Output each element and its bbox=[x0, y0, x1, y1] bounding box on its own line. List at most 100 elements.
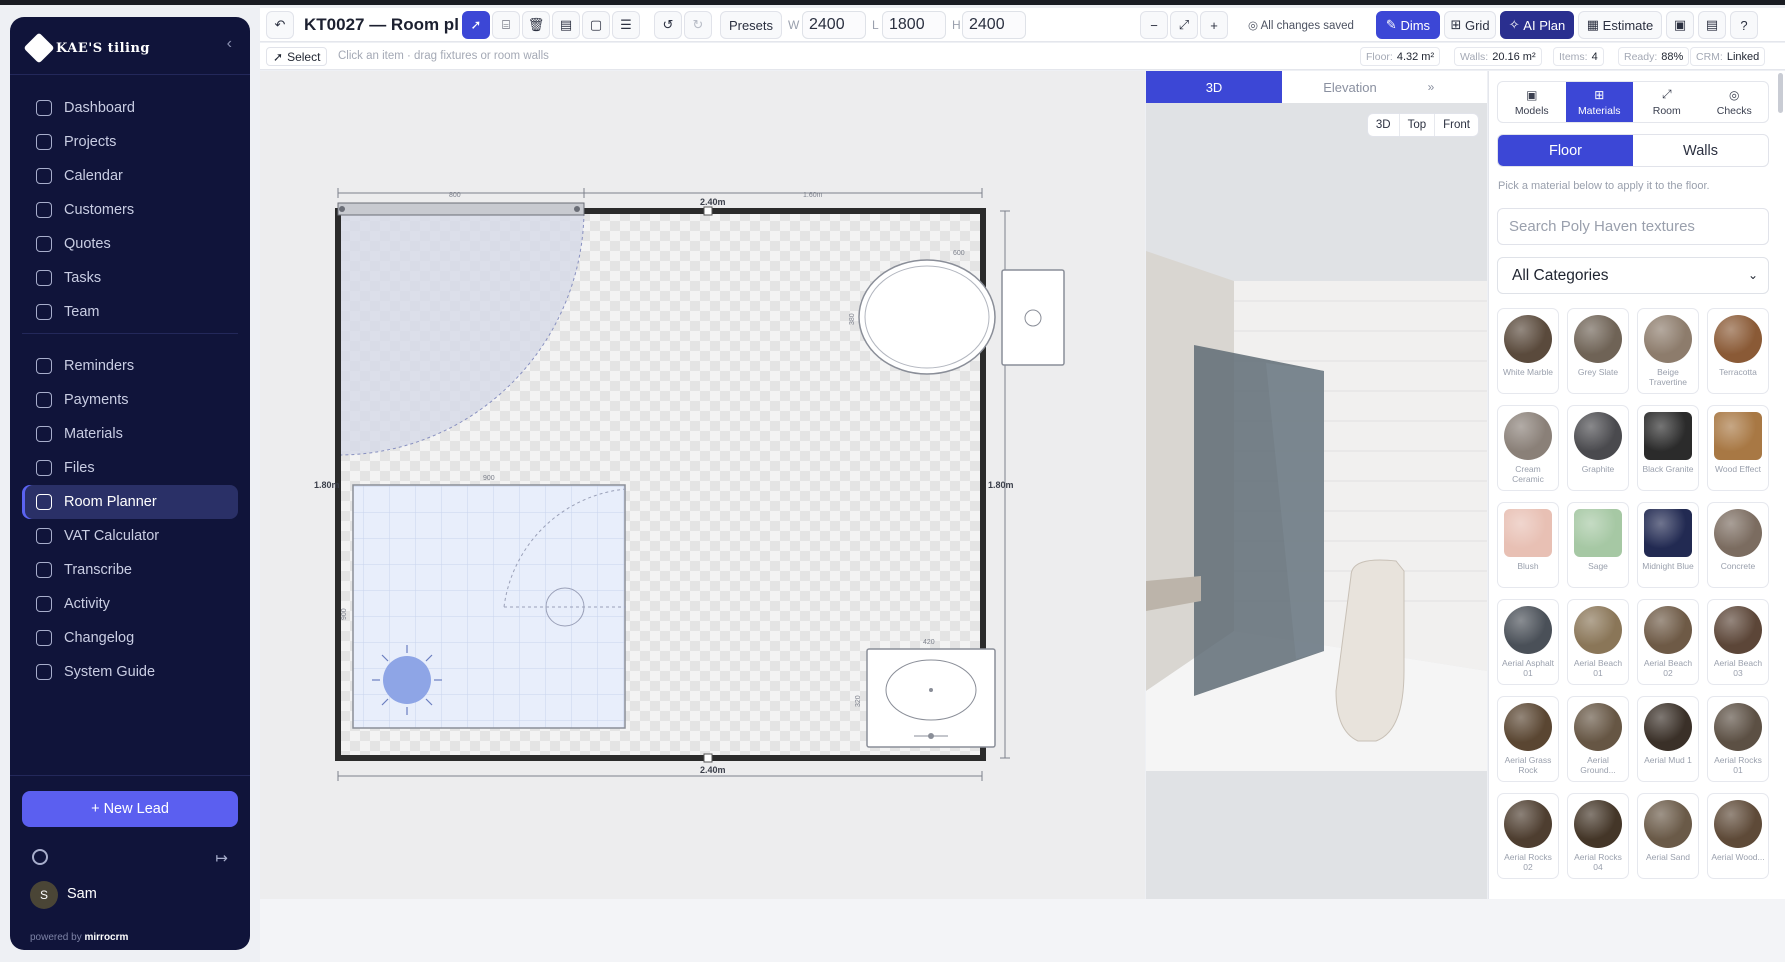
grid-button[interactable]: ⊞ Grid bbox=[1444, 11, 1496, 39]
sidebar-item-calendar[interactable]: Calendar bbox=[22, 159, 238, 193]
length-input[interactable]: 1800 bbox=[882, 11, 946, 39]
sidebar-item-activity[interactable]: Activity bbox=[22, 587, 238, 621]
material-card[interactable]: Midnight Blue bbox=[1637, 502, 1699, 588]
camera-3d-button[interactable]: 3D bbox=[1368, 114, 1400, 136]
user-name[interactable]: Sam bbox=[67, 886, 97, 902]
select-mode-button[interactable]: ➚ Select bbox=[266, 47, 328, 66]
material-name: Aerial Rocks 01 bbox=[1714, 755, 1762, 775]
height-input[interactable]: 2400 bbox=[962, 11, 1026, 39]
material-card[interactable]: Aerial Ground... bbox=[1567, 696, 1629, 782]
material-card[interactable]: Aerial Sand bbox=[1637, 793, 1699, 879]
select-tool-button[interactable]: ➚ bbox=[462, 11, 490, 39]
sidebar-item-customers[interactable]: Customers bbox=[22, 193, 238, 227]
material-card[interactable]: Grey Slate bbox=[1567, 308, 1629, 394]
plan-canvas[interactable]: 800 1.60m 2.40m 2.40m 1.80m 1.80m 600 38… bbox=[260, 71, 1145, 899]
help-button[interactable]: ? bbox=[1730, 11, 1758, 39]
material-card[interactable]: Aerial Wood... bbox=[1707, 793, 1769, 879]
material-card[interactable]: Cream Ceramic bbox=[1497, 405, 1559, 491]
wall-handle-bottom[interactable] bbox=[703, 753, 713, 763]
material-card[interactable]: Beige Travertine bbox=[1637, 308, 1699, 394]
sidebar-item-tasks[interactable]: Tasks bbox=[22, 261, 238, 295]
material-card[interactable]: Aerial Beach 03 bbox=[1707, 599, 1769, 685]
sidebar-item-team[interactable]: Team bbox=[22, 295, 238, 329]
view-3d-panel[interactable]: 3D Elevation » 3D Top Front bbox=[1146, 71, 1487, 899]
sidebar-item-changelog[interactable]: Changelog bbox=[22, 621, 238, 655]
floor-plan-svg[interactable]: 800 1.60m 2.40m 2.40m 1.80m 1.80m 600 38… bbox=[260, 71, 1145, 899]
dims-button[interactable]: ✎ Dims bbox=[1376, 11, 1440, 39]
sidebar-item-reminders[interactable]: Reminders bbox=[22, 349, 238, 383]
comment-button[interactable]: ▢ bbox=[582, 11, 610, 39]
tab-models[interactable]: ▣ Models bbox=[1498, 82, 1566, 122]
tab-3d[interactable]: 3D bbox=[1146, 71, 1282, 103]
material-card[interactable]: Aerial Grass Rock bbox=[1497, 696, 1559, 782]
scene-3d[interactable] bbox=[1146, 71, 1487, 899]
sidebar-item-payments[interactable]: Payments bbox=[22, 383, 238, 417]
archive-button[interactable]: ▤ bbox=[552, 11, 580, 39]
material-card[interactable]: Aerial Rocks 02 bbox=[1497, 793, 1559, 879]
undo-button[interactable]: ↺ bbox=[654, 11, 682, 39]
camera-front-button[interactable]: Front bbox=[1435, 114, 1478, 136]
fit-view-button[interactable]: ⤢ bbox=[1170, 11, 1198, 39]
delete-button[interactable]: 🗑 bbox=[522, 11, 550, 39]
material-card[interactable]: Blush bbox=[1497, 502, 1559, 588]
sidebar-item-files[interactable]: Files bbox=[22, 451, 238, 485]
avatar[interactable]: S bbox=[30, 881, 58, 909]
ai-plan-button[interactable]: ✧ AI Plan bbox=[1500, 11, 1574, 39]
list-button[interactable]: ☰ bbox=[612, 11, 640, 39]
expand-chevron-icon[interactable]: » bbox=[1418, 71, 1444, 103]
wall-tool-button[interactable]: ⌸ bbox=[492, 11, 520, 39]
brand-logo[interactable]: KAE'S tiling bbox=[23, 31, 150, 65]
texture-search-input[interactable]: Search Poly Haven textures bbox=[1497, 208, 1769, 245]
sidebar-item-quotes[interactable]: Quotes bbox=[22, 227, 238, 261]
wall-handle-top[interactable] bbox=[703, 206, 713, 216]
material-card[interactable]: Aerial Mud 1 bbox=[1637, 696, 1699, 782]
zoom-out-button[interactable]: − bbox=[1140, 11, 1168, 39]
material-card[interactable]: Black Granite bbox=[1637, 405, 1699, 491]
floor-toggle[interactable]: Floor bbox=[1498, 135, 1633, 166]
screenshot-button[interactable]: ▣ bbox=[1666, 11, 1694, 39]
new-lead-button[interactable]: + New Lead bbox=[22, 791, 238, 827]
material-card[interactable]: Sage bbox=[1567, 502, 1629, 588]
camera-top-button[interactable]: Top bbox=[1400, 114, 1436, 136]
sidebar-item-transcribe[interactable]: Transcribe bbox=[22, 553, 238, 587]
walls-toggle[interactable]: Walls bbox=[1633, 135, 1768, 166]
tab-room[interactable]: ⤢ Room bbox=[1633, 82, 1701, 122]
material-card[interactable]: Aerial Rocks 01 bbox=[1707, 696, 1769, 782]
sidebar-item-system-guide[interactable]: System Guide bbox=[22, 655, 238, 689]
bathtub[interactable] bbox=[858, 259, 996, 375]
material-card[interactable]: Graphite bbox=[1567, 405, 1629, 491]
material-card[interactable]: Terracotta bbox=[1707, 308, 1769, 394]
material-card[interactable]: White Marble bbox=[1497, 308, 1559, 394]
sidebar-item-materials[interactable]: Materials bbox=[22, 417, 238, 451]
estimate-button[interactable]: ▦ Estimate bbox=[1578, 11, 1662, 39]
presets-button[interactable]: Presets bbox=[720, 11, 782, 39]
toilet[interactable] bbox=[1001, 269, 1065, 366]
material-card[interactable]: Concrete bbox=[1707, 502, 1769, 588]
collapse-sidebar-icon[interactable]: ‹ bbox=[227, 35, 232, 53]
material-card[interactable]: Aerial Asphalt 01 bbox=[1497, 599, 1559, 685]
logout-icon[interactable]: ↦ bbox=[215, 849, 228, 867]
panel-scrollbar[interactable] bbox=[1778, 73, 1783, 113]
material-card[interactable]: Aerial Rocks 04 bbox=[1567, 793, 1629, 879]
report-button[interactable]: ▤ bbox=[1698, 11, 1726, 39]
sidebar-item-vat-calculator[interactable]: VAT Calculator bbox=[22, 519, 238, 553]
tab-elevation[interactable]: Elevation bbox=[1282, 71, 1418, 103]
width-input[interactable]: 2400 bbox=[802, 11, 866, 39]
sidebar-item-room-planner[interactable]: Room Planner bbox=[22, 485, 238, 519]
material-card[interactable]: Aerial Beach 01 bbox=[1567, 599, 1629, 685]
back-button[interactable]: ↶ bbox=[266, 11, 294, 39]
material-card[interactable]: Wood Effect bbox=[1707, 405, 1769, 491]
tab-checks[interactable]: ◎ Checks bbox=[1701, 82, 1769, 122]
search-icon[interactable] bbox=[32, 849, 48, 865]
redo-button[interactable]: ↻ bbox=[684, 11, 712, 39]
tab-materials[interactable]: ⊞ Materials bbox=[1565, 82, 1633, 122]
door[interactable] bbox=[337, 202, 585, 216]
sidebar-item-dashboard[interactable]: Dashboard bbox=[22, 91, 238, 125]
view-tabs: 3D Elevation » bbox=[1146, 71, 1487, 103]
sidebar-item-projects[interactable]: Projects bbox=[22, 125, 238, 159]
zoom-in-button[interactable]: + bbox=[1200, 11, 1228, 39]
material-card[interactable]: Aerial Beach 02 bbox=[1637, 599, 1699, 685]
powered-brand[interactable]: mirrocrm bbox=[84, 932, 128, 943]
basin-vanity[interactable] bbox=[866, 648, 996, 748]
category-select[interactable]: All Categories ⌄ bbox=[1497, 257, 1769, 294]
